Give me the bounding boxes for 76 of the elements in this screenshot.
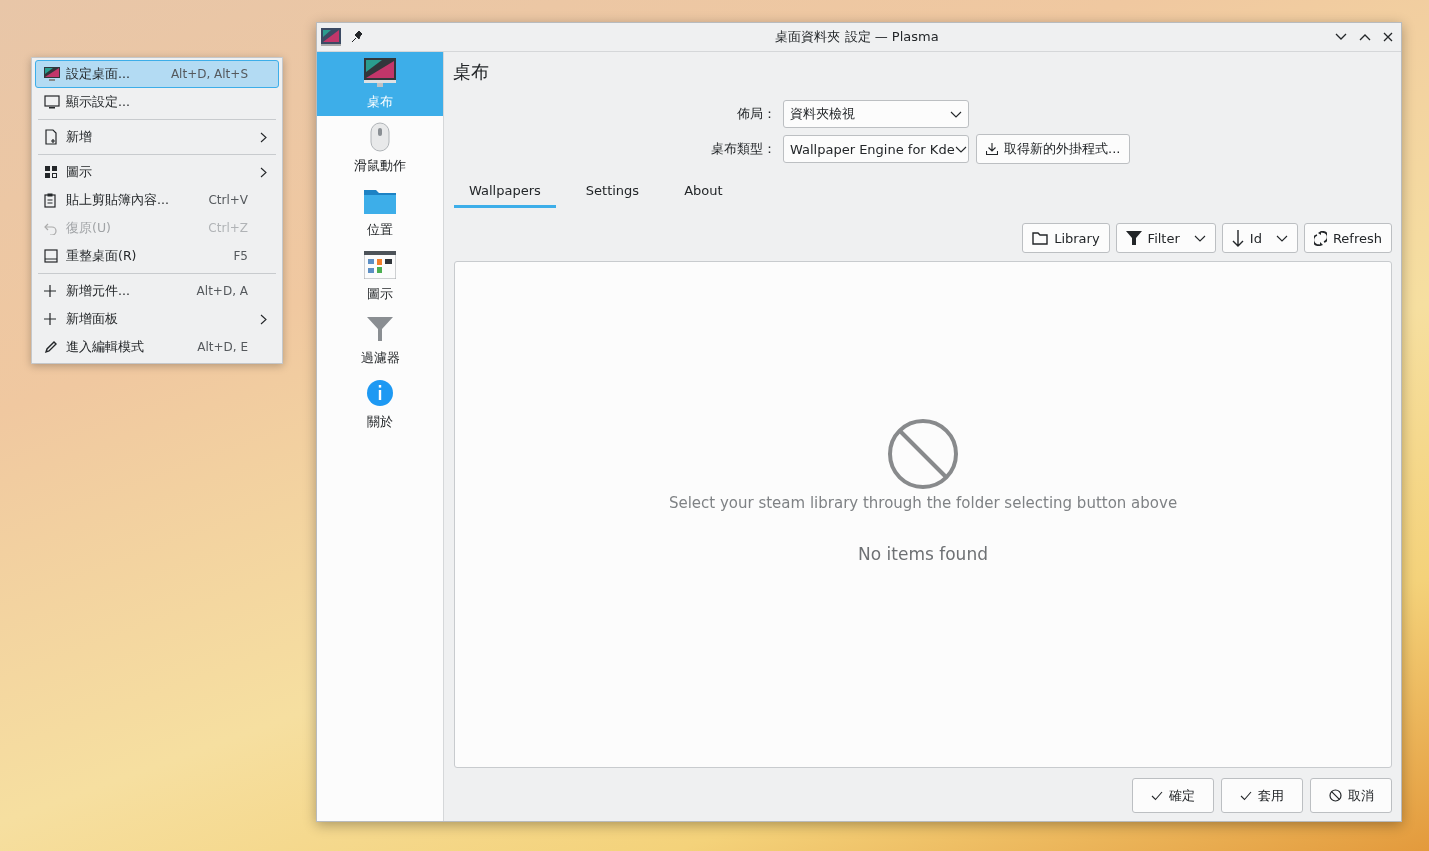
plus-icon xyxy=(44,285,56,297)
download-icon xyxy=(986,143,998,155)
screen-icon xyxy=(44,249,58,263)
folder-icon xyxy=(364,188,396,214)
cancel-icon xyxy=(1328,789,1342,802)
window-title: 桌面資料夾 設定 — Plasma xyxy=(774,28,940,46)
caret-down-icon xyxy=(1275,234,1288,242)
sidebar-item[interactable]: 圖示 xyxy=(317,244,443,308)
undo-icon xyxy=(44,221,58,235)
toolbar-button[interactable]: Filter xyxy=(1115,223,1216,253)
caret-down-icon xyxy=(954,145,967,153)
dialog-button[interactable]: 取消 xyxy=(1310,778,1392,813)
empty-message: No items found xyxy=(858,543,988,564)
dialog-button[interactable]: 套用 xyxy=(1221,778,1303,813)
sidebar-item[interactable]: 滑鼠動作 xyxy=(317,116,443,180)
caret-down-icon xyxy=(950,110,962,118)
clipboard-icon xyxy=(44,192,56,208)
maximize-icon[interactable] xyxy=(1359,33,1371,41)
chevron-right-icon xyxy=(260,313,267,325)
shortcut-text: Alt+D, Alt+S xyxy=(170,67,248,81)
field-label: 佈局： xyxy=(736,105,776,123)
sidebar-item[interactable]: 位置 xyxy=(317,180,443,244)
checkmark-icon xyxy=(1240,790,1252,801)
sidebar-item[interactable]: 過濾器 xyxy=(317,308,443,372)
menu-item[interactable]: 顯示設定... xyxy=(35,88,279,116)
shortcut-text: Alt+D, E xyxy=(197,340,248,354)
tab[interactable]: Wallpapers xyxy=(454,175,556,208)
plus-icon xyxy=(44,313,56,325)
refresh-icon xyxy=(1313,230,1327,246)
close-icon[interactable] xyxy=(1383,32,1393,42)
monitor-icon xyxy=(44,95,60,109)
new-file-icon xyxy=(44,129,58,145)
dropdown[interactable]: 資料夾檢視 xyxy=(783,100,969,128)
menu-item[interactable]: 進入編輯模式 Alt+D, E xyxy=(35,333,279,361)
minimize-icon[interactable] xyxy=(1335,33,1347,41)
dropdown[interactable]: Wallpaper Engine for Kde xyxy=(783,135,969,163)
tab[interactable]: Settings xyxy=(570,175,655,208)
funnel-icon xyxy=(1125,230,1142,246)
pin-icon xyxy=(351,31,363,43)
menu-item[interactable]: 設定桌面... Alt+D, Alt+S xyxy=(35,60,279,88)
menu-item[interactable]: 重整桌面(R) F5 xyxy=(35,242,279,270)
checkmark-icon xyxy=(1151,790,1163,801)
toolbar-button[interactable]: Id xyxy=(1221,223,1298,253)
menu-item[interactable]: 新增 xyxy=(35,123,279,151)
menu-item[interactable]: 圖示 xyxy=(35,158,279,186)
funnel-icon xyxy=(367,316,393,342)
pencil-icon xyxy=(44,340,58,354)
arrow-down-icon xyxy=(1231,229,1244,247)
grid-icon xyxy=(44,165,58,179)
tab[interactable]: About xyxy=(669,175,738,208)
menu-item[interactable]: 貼上剪貼簿內容... Ctrl+V xyxy=(35,186,279,214)
chevron-right-icon xyxy=(260,166,267,178)
shortcut-text: Alt+D, A xyxy=(196,284,248,298)
app-icon xyxy=(321,28,341,46)
field-label: 桌布類型： xyxy=(710,140,776,158)
sidebar-item[interactable]: 關於 xyxy=(317,372,443,436)
shortcut-text: Ctrl+Z xyxy=(208,221,248,235)
chevron-right-icon xyxy=(260,131,267,143)
folder-icon xyxy=(1032,231,1049,245)
icon-grid-icon xyxy=(364,251,396,279)
toolbar-button[interactable]: Refresh xyxy=(1303,223,1392,253)
info-icon xyxy=(366,379,394,407)
monitor-icon xyxy=(44,67,60,81)
toolbar-button[interactable]: Library xyxy=(1022,223,1110,253)
shortcut-text: F5 xyxy=(233,249,248,263)
monitor-icon xyxy=(364,58,396,88)
get-plugins-button[interactable]: 取得新的外掛程式... xyxy=(976,134,1131,164)
shortcut-text: Ctrl+V xyxy=(208,193,248,207)
caret-down-icon xyxy=(1193,234,1206,242)
menu-item[interactable]: 新增元件... Alt+D, A xyxy=(35,277,279,305)
menu-item[interactable]: 新增面板 xyxy=(35,305,279,333)
page-title: 桌布 xyxy=(453,60,490,84)
dialog-button[interactable]: 確定 xyxy=(1132,778,1214,813)
hint-text: Select your steam library through the folder selecting button above xyxy=(668,493,1178,512)
prohibited-icon xyxy=(887,417,959,490)
mouse-icon xyxy=(370,122,390,152)
